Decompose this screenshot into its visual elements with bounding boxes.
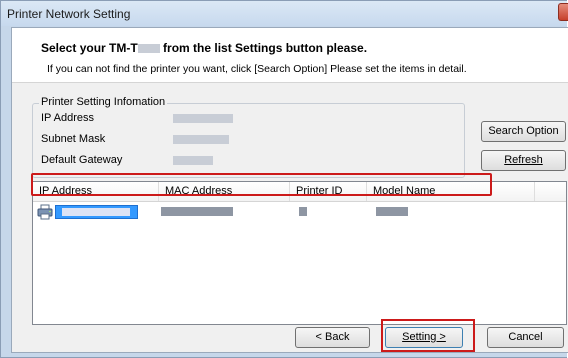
redacted-model-name [376,207,408,216]
search-option-label: Search Option [488,125,559,137]
highlight-setting-annotation [381,319,475,352]
default-gateway-label: Default Gateway [41,154,123,166]
printer-setting-info-group: Printer Setting Infomation IP Address Su… [32,96,465,178]
refresh-label: Refresh [504,154,543,166]
page-subtitle: If you can not find the printer you want… [47,63,467,75]
printer-list[interactable]: IP Address MAC Address Printer ID Model … [32,181,567,325]
ip-address-value [173,114,233,123]
mac-address-cell [161,204,233,220]
subnet-mask-label: Subnet Mask [41,133,106,145]
page-title: Select your TM-T from the list Settings … [41,41,367,55]
cancel-button[interactable]: Cancel [487,327,564,348]
model-name-cell [376,204,408,220]
printer-icon [37,204,53,220]
title-bar[interactable]: Printer Network Setting [1,1,568,26]
header-area: Select your TM-T from the list Settings … [12,28,568,83]
redacted-ip [62,208,130,216]
default-gateway-value [173,156,213,165]
page-title-prefix: Select your TM-T [41,41,138,55]
redacted-mac [161,207,233,216]
group-legend: Printer Setting Infomation [39,96,168,108]
printer-network-setting-window: Printer Network Setting Select your TM-T… [0,0,568,358]
highlight-row-annotation [31,173,492,196]
redacted-model-number [137,44,160,53]
redacted-printer-id [299,207,307,216]
ip-address-cell-selected[interactable] [55,205,138,219]
search-option-button[interactable]: Search Option [481,121,566,142]
column-header-spacer [535,182,566,201]
page-title-suffix: from the list Settings button please. [159,41,368,55]
table-row[interactable] [35,204,564,220]
window-title: Printer Network Setting [7,7,131,21]
ip-address-label: IP Address [41,112,94,124]
subnet-mask-value [173,135,229,144]
close-icon[interactable] [558,3,568,21]
printer-id-cell [299,204,307,220]
cancel-label: Cancel [508,331,543,343]
refresh-button[interactable]: Refresh [481,150,566,171]
back-label: < Back [315,331,350,343]
back-button[interactable]: < Back [295,327,370,348]
